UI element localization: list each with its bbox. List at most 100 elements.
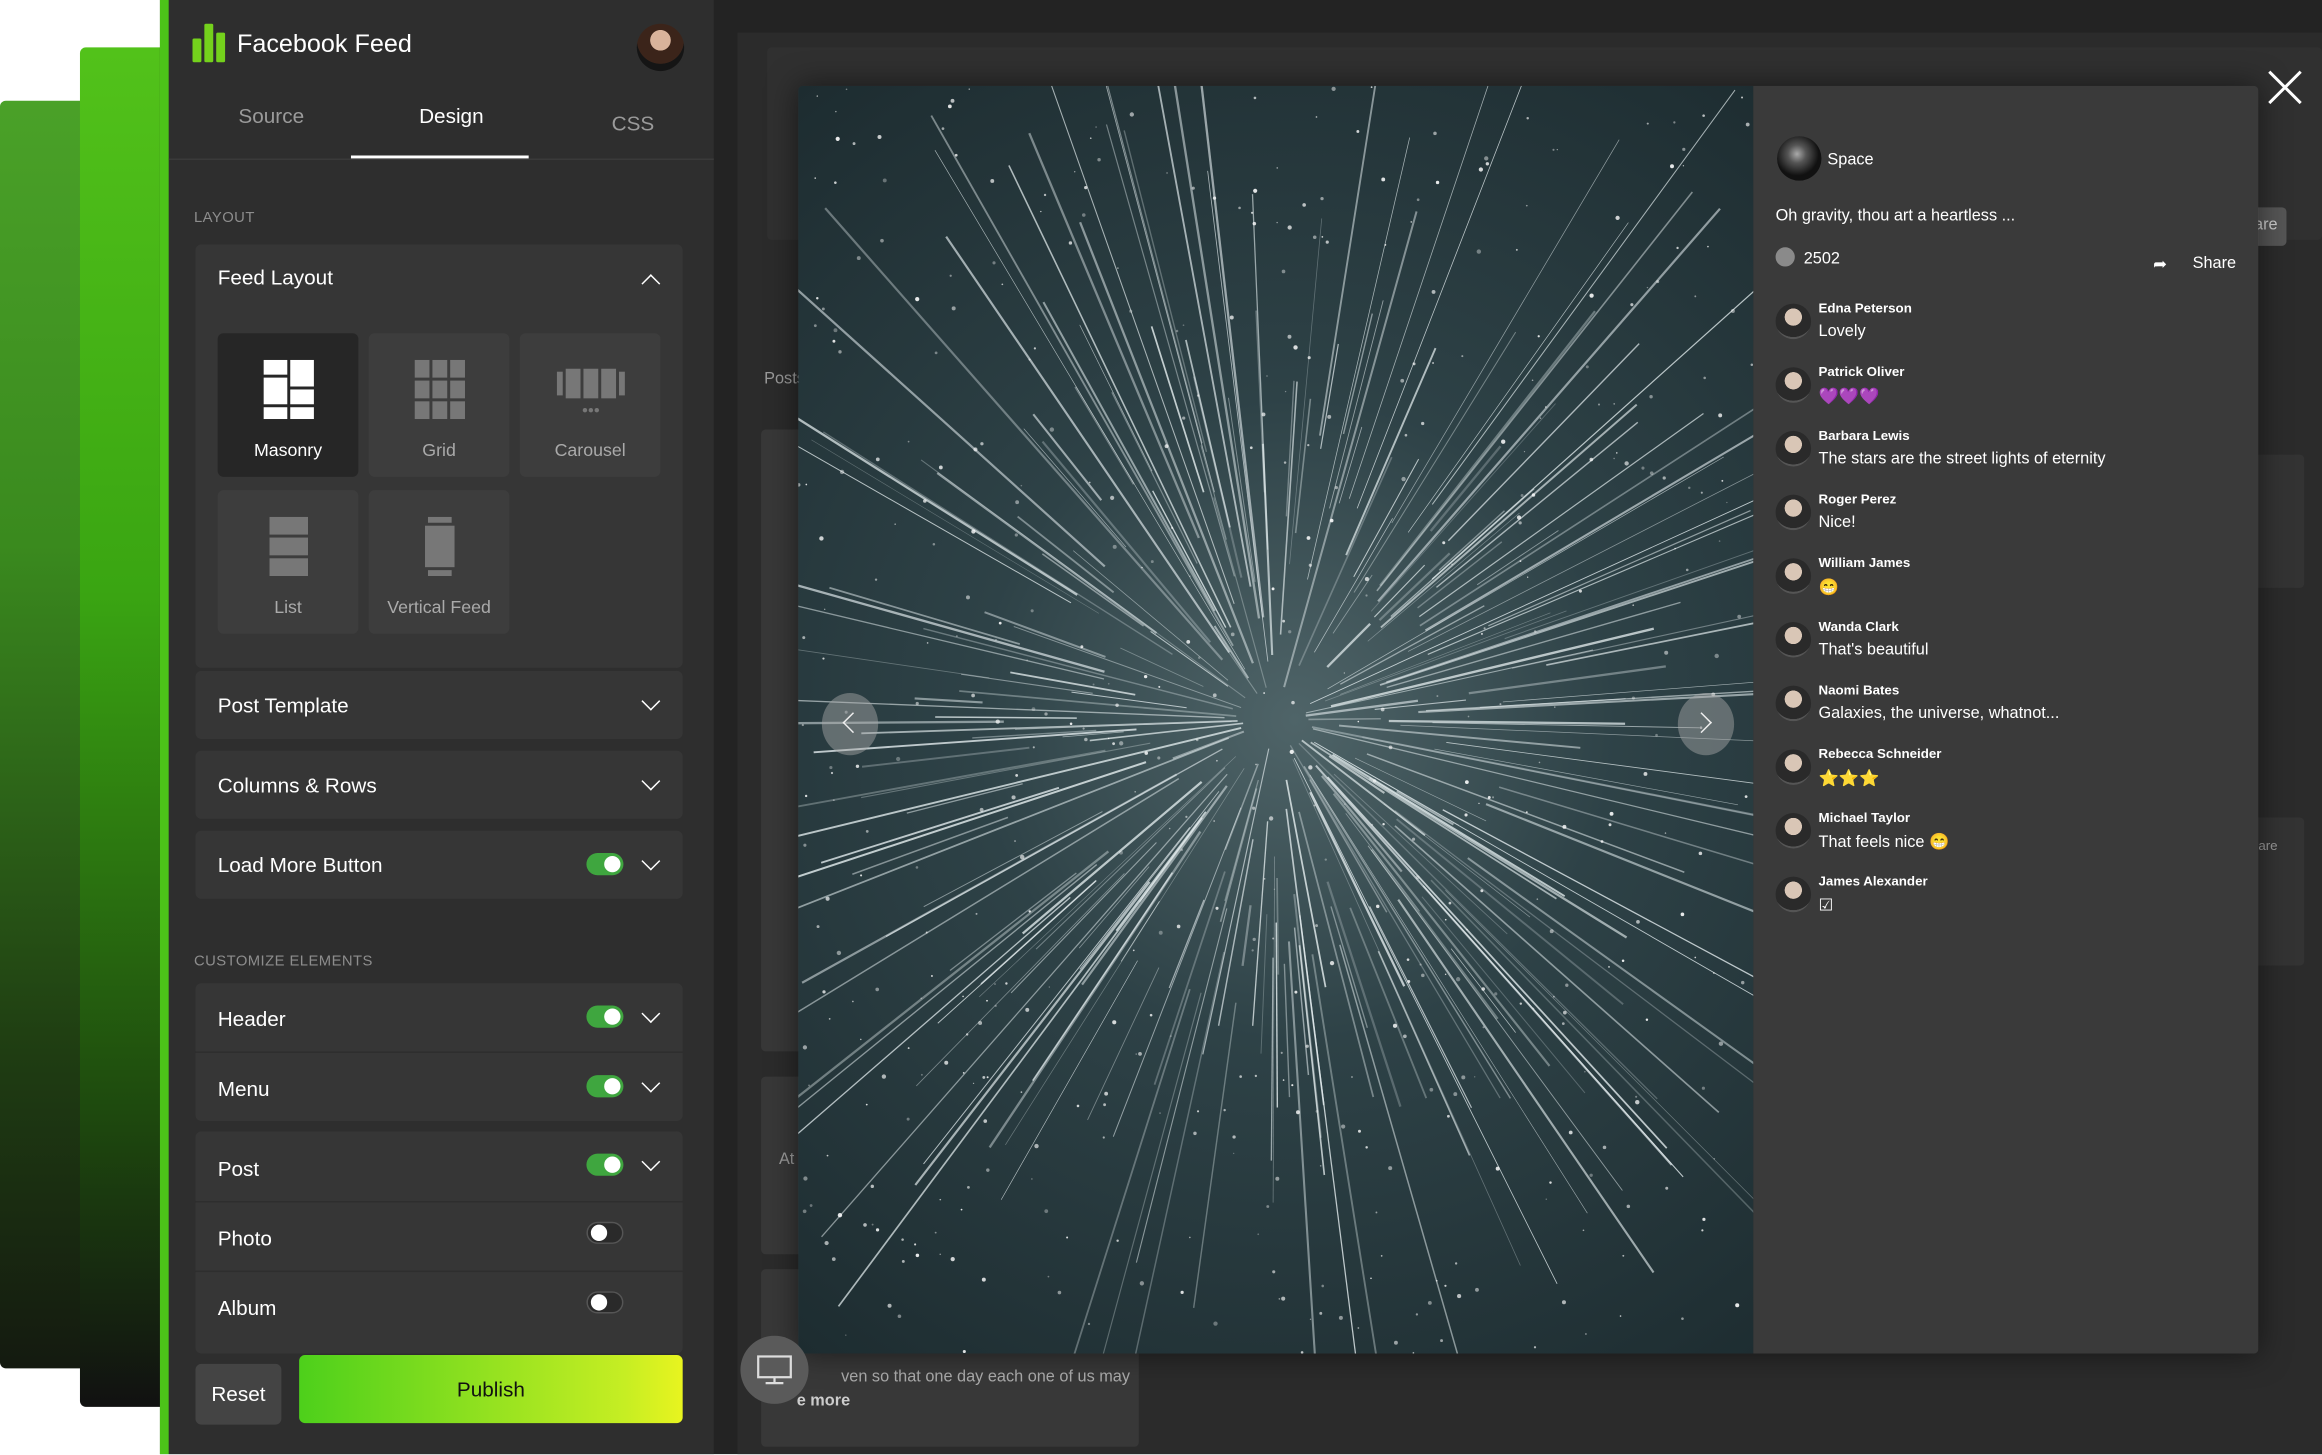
tab-divider — [168, 158, 714, 160]
section-customize-heading: CUSTOMIZE ELEMENTS — [193, 953, 373, 970]
author-avatar[interactable] — [1777, 136, 1822, 181]
monitor-preview-button[interactable] — [740, 1335, 809, 1404]
comment-text: ⭐⭐⭐ — [1818, 770, 1880, 788]
columns-rows-accordion[interactable]: Columns & Rows — [195, 750, 683, 819]
commenter-avatar[interactable] — [1775, 685, 1812, 722]
header-label: Header — [217, 1006, 286, 1031]
list-icon — [268, 516, 308, 577]
post-group: Post Photo Album — [195, 1131, 683, 1354]
comment-text: 😁 — [1818, 579, 1839, 597]
album-label: Album — [217, 1295, 277, 1320]
commenter-name[interactable]: Roger Perez — [1819, 492, 1897, 507]
settings-panel: Facebook Feed Source Design CSS LAYOUT F… — [168, 0, 714, 1455]
commenter-avatar[interactable] — [1775, 749, 1812, 785]
user-avatar[interactable] — [636, 23, 685, 72]
app-logo-icon — [192, 23, 229, 63]
comment-text: That's beautiful — [1818, 641, 1929, 659]
comment-text: 💜💜💜 — [1818, 387, 1880, 406]
layout-option-label: List — [274, 596, 302, 618]
commenter-name[interactable]: Barbara Lewis — [1819, 428, 1910, 443]
columns-rows-label: Columns & Rows — [217, 773, 377, 797]
chevron-up-icon[interactable] — [641, 274, 661, 294]
layout-option-list[interactable]: List — [217, 490, 359, 634]
layout-option-masonry[interactable]: Masonry — [217, 333, 359, 477]
chevron-right-icon — [1691, 712, 1712, 734]
load-more-label: Load More Button — [217, 852, 383, 877]
reset-button[interactable]: Reset — [195, 1363, 282, 1425]
photo-label: Photo — [217, 1226, 272, 1250]
like-icon — [1775, 247, 1795, 267]
feed-layout-label: Feed Layout — [217, 265, 333, 289]
menu-label: Menu — [217, 1076, 270, 1101]
comment-text: Nice! — [1818, 513, 1856, 532]
tab-design[interactable]: Design — [419, 104, 484, 128]
commenter-name[interactable]: Rebecca Schneider — [1819, 746, 1942, 761]
starburst-image — [798, 85, 2082, 1354]
share-button[interactable]: Share — [2193, 255, 2236, 273]
post-label: Post — [217, 1156, 260, 1181]
commenter-avatar[interactable] — [1775, 430, 1812, 467]
photo-toggle[interactable] — [586, 1221, 624, 1244]
carousel-icon — [556, 368, 625, 413]
commenter-avatar[interactable] — [1775, 876, 1812, 913]
author-name[interactable]: Space — [1827, 151, 1873, 169]
chevron-down-icon[interactable] — [641, 771, 661, 791]
prev-arrow-button[interactable] — [821, 693, 879, 756]
comment-text: The stars are the street lights of etern… — [1818, 450, 2106, 468]
chevron-down-icon[interactable] — [641, 1004, 661, 1024]
comment-text: That feels nice 😁 — [1818, 833, 1950, 852]
post-template-label: Post Template — [217, 693, 349, 717]
comment-text: ☑ — [1818, 897, 1834, 916]
layout-option-label: Grid — [422, 439, 456, 461]
commenter-name[interactable]: Michael Taylor — [1819, 810, 1911, 825]
menu-toggle[interactable] — [586, 1075, 624, 1098]
chevron-down-icon[interactable] — [641, 691, 661, 711]
commenter-avatar[interactable] — [1775, 621, 1812, 658]
commenter-name[interactable]: Edna Peterson — [1819, 301, 1912, 316]
layout-option-carousel[interactable]: Carousel — [519, 333, 661, 477]
chevron-down-icon[interactable] — [641, 851, 661, 871]
header-menu-group: Header Menu — [195, 983, 683, 1122]
layout-option-grid[interactable]: Grid — [368, 333, 510, 477]
post-template-accordion[interactable]: Post Template — [195, 670, 683, 739]
header-toggle[interactable] — [586, 1005, 624, 1028]
preview-snippet: ven so that one day each one of us may — [841, 1368, 1131, 1387]
commenter-name[interactable]: Patrick Oliver — [1819, 364, 1905, 379]
comment-text: Galaxies, the universe, whatnot... — [1818, 704, 2060, 723]
load-more-toggle[interactable] — [586, 852, 624, 876]
lightbox-image — [798, 85, 2082, 1354]
commenter-name[interactable]: James Alexander — [1819, 874, 1928, 889]
chevron-down-icon[interactable] — [641, 1152, 661, 1172]
album-toggle[interactable] — [586, 1291, 624, 1314]
share-icon[interactable]: ➦ — [2153, 255, 2167, 274]
commenter-name[interactable]: Wanda Clark — [1819, 619, 1899, 634]
grid-icon — [413, 359, 465, 420]
chevron-down-icon[interactable] — [641, 1073, 661, 1093]
layout-option-vertical-feed[interactable]: Vertical Feed — [368, 490, 510, 634]
divider — [195, 1270, 683, 1273]
lightbox: Space Oh gravity, thou art a heartless .… — [798, 85, 2259, 1354]
stage: Facebook Feed Source Design CSS LAYOUT F… — [0, 0, 2322, 1455]
load-more-accordion[interactable]: Load More Button — [195, 830, 683, 899]
tab-source[interactable]: Source — [238, 104, 304, 128]
chevron-left-icon — [842, 712, 864, 734]
post-toggle[interactable] — [586, 1153, 624, 1176]
masonry-icon — [262, 359, 314, 420]
vertical-feed-icon — [424, 516, 454, 577]
divider — [195, 1200, 683, 1203]
publish-button[interactable]: Publish — [299, 1354, 683, 1424]
commenter-avatar[interactable] — [1775, 303, 1812, 340]
tab-css[interactable]: CSS — [612, 111, 655, 135]
layout-option-label: Masonry — [253, 439, 323, 461]
commenter-name[interactable]: William James — [1819, 555, 1911, 570]
commenter-avatar[interactable] — [1775, 558, 1812, 594]
feed-layout-accordion: Feed Layout Masonry Grid Carousel List V… — [195, 244, 683, 668]
commenter-name[interactable]: Naomi Bates — [1819, 683, 1900, 698]
commenter-avatar[interactable] — [1775, 812, 1812, 849]
commenter-avatar[interactable] — [1775, 367, 1812, 403]
next-arrow-button[interactable] — [1677, 693, 1735, 756]
close-icon[interactable] — [2266, 68, 2305, 107]
comment-text: Lovely — [1818, 322, 1866, 341]
commenter-avatar[interactable] — [1775, 494, 1812, 531]
lightbox-sidebar: Space Oh gravity, thou art a heartless .… — [1753, 85, 2259, 1354]
